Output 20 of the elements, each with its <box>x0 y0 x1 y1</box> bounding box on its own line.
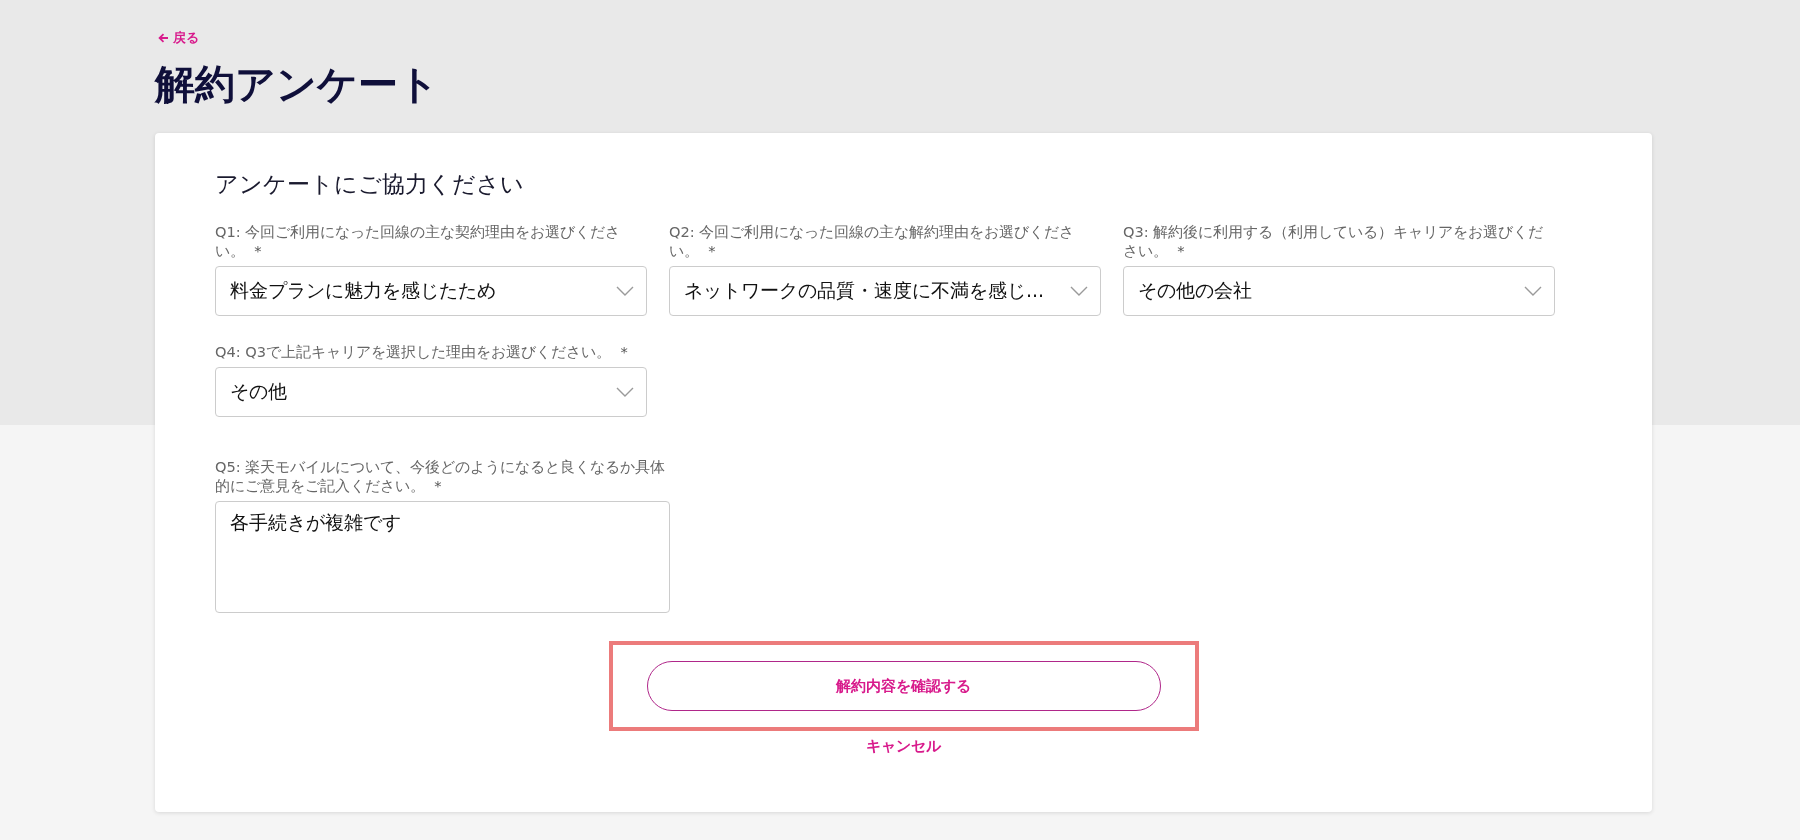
question-label: Q5: 楽天モバイルについて、今後どのようになると良くなるか具体的にご意見をご記入ください。 * <box>215 457 667 496</box>
chevron-down-icon <box>616 286 634 296</box>
chevron-down-icon <box>616 387 634 397</box>
chevron-down-icon <box>1524 286 1542 296</box>
card-title: アンケートにご協力ください <box>215 170 525 199</box>
cancel-link[interactable]: キャンセル <box>866 737 941 756</box>
chevron-down-icon <box>1070 286 1088 296</box>
question-label: Q2: 今回ご利用になった回線の主な解約理由をお選びください。 * <box>669 222 1076 261</box>
question-label: Q4: Q3で上記キャリアを選択した理由をお選びください。 * <box>215 342 629 362</box>
dropdown-field[interactable]: その他の会社 <box>1123 266 1555 316</box>
question-label: Q3: 解約後に利用する（利用している）キャリアをお選びください。 * <box>1123 222 1545 261</box>
dropdown-field[interactable]: 料金プランに魅力を感じたため <box>215 266 647 316</box>
dropdown-field[interactable]: ネットワークの品質・速度に不満を感じ... <box>669 266 1101 316</box>
question-label: Q1: 今回ご利用になった回線の主な契約理由をお選びください。 * <box>215 222 622 261</box>
comment-textarea[interactable]: 各手続きが複雑です <box>215 501 670 613</box>
confirm-button[interactable]: 解約内容を確認する <box>646 661 1161 711</box>
back-link[interactable]: 戻る <box>158 29 199 47</box>
page-title: 解約アンケート <box>155 60 440 109</box>
dropdown-field[interactable]: その他 <box>215 367 647 417</box>
arrow-left-icon <box>158 33 169 43</box>
